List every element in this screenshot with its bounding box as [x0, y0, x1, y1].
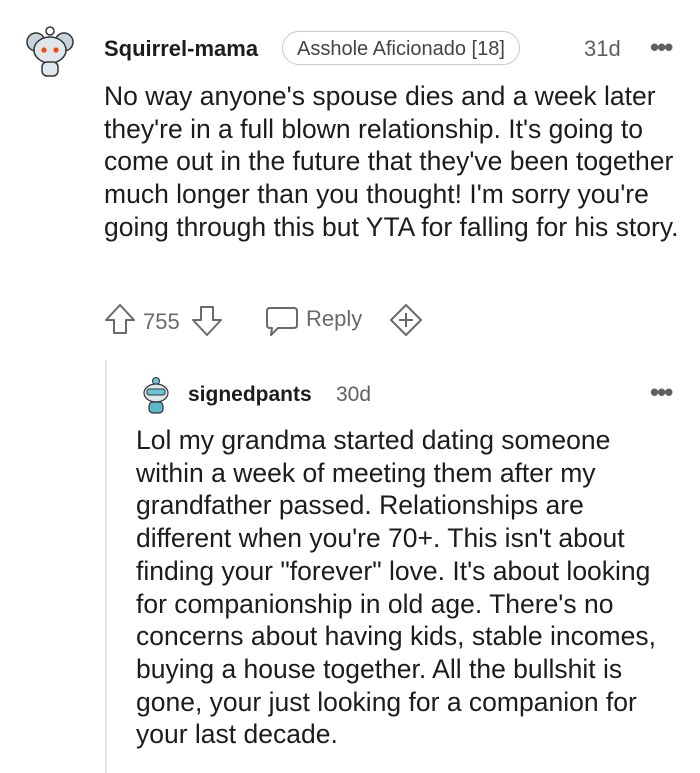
upvote-button[interactable] [103, 302, 137, 336]
reply-label: Reply [306, 306, 363, 331]
snoo-avatar-icon [26, 26, 74, 77]
snoo-avatar-icon [143, 377, 169, 414]
reply-age: 30d [336, 383, 372, 406]
reply-avatar[interactable] [138, 375, 174, 415]
user-avatar[interactable] [22, 20, 78, 80]
reply-button[interactable]: Reply [264, 304, 374, 338]
award-button[interactable] [388, 302, 424, 338]
vote-count: 755 [143, 309, 180, 334]
speech-bubble-icon [266, 307, 298, 336]
downvote-button[interactable] [190, 304, 224, 338]
award-plus-icon [390, 304, 422, 336]
user-flair: Asshole Aficionado [18] [282, 31, 520, 65]
reply-username[interactable]: signedpants [188, 383, 312, 407]
comment-age: 31d [584, 36, 621, 61]
thread-line[interactable] [105, 360, 107, 773]
upvote-arrow-icon [105, 304, 135, 334]
comment-more-menu[interactable]: ••• [650, 34, 673, 60]
comment-username[interactable]: Squirrel-mama [104, 36, 258, 62]
comment-body: No way anyone's spouse dies and a week l… [104, 81, 679, 242]
reply-more-menu[interactable]: ••• [650, 379, 673, 405]
reply-body: Lol my grandma started dating someone wi… [136, 425, 656, 750]
downvote-arrow-icon [192, 306, 222, 336]
